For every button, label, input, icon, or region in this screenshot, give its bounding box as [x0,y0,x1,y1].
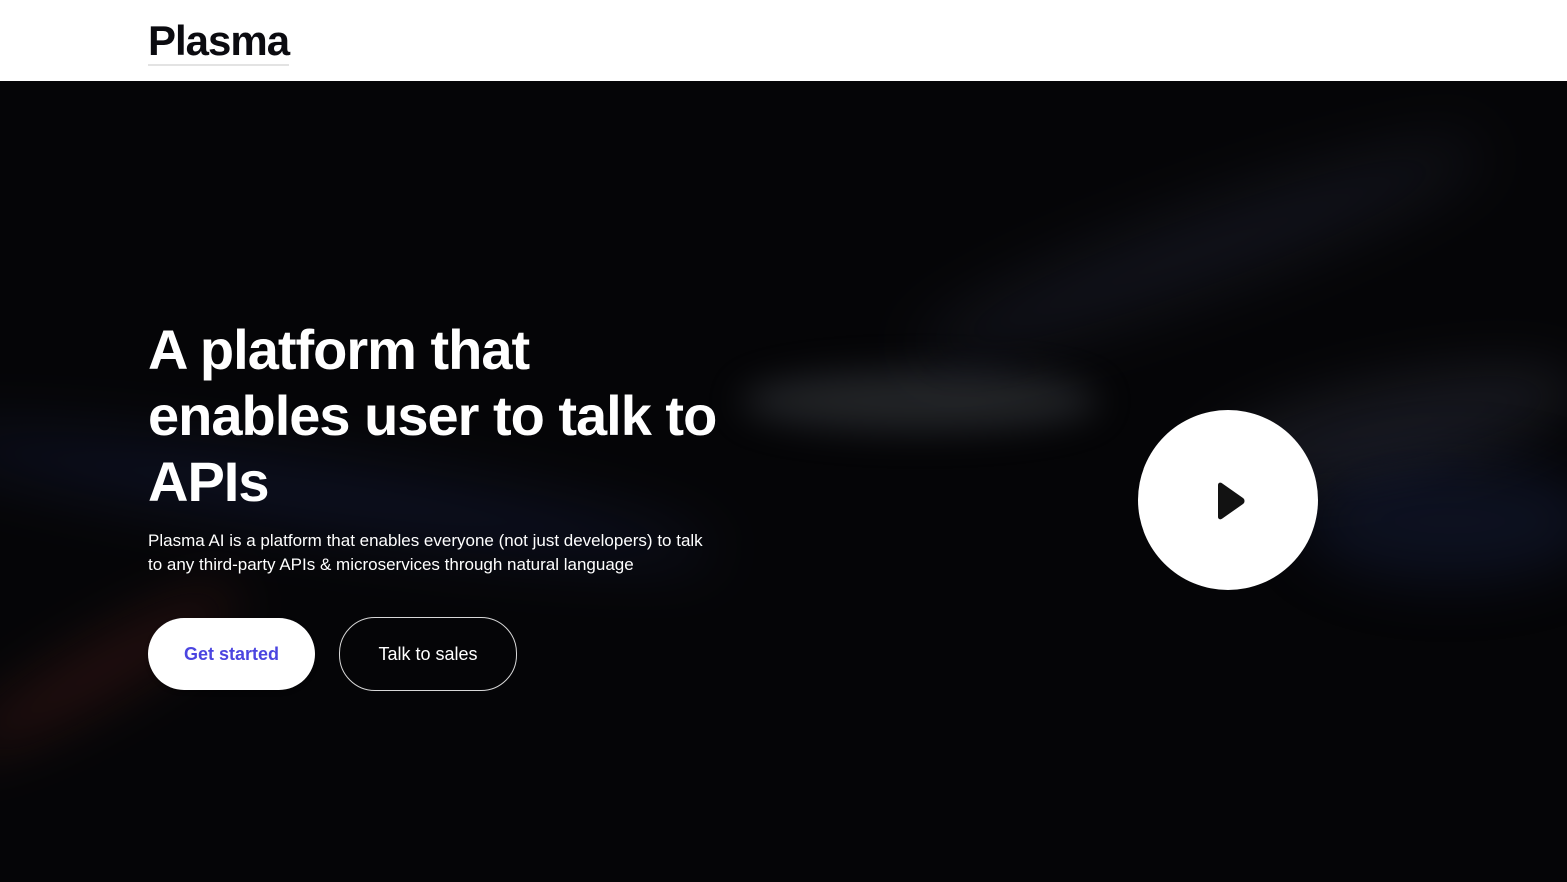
play-icon [1218,482,1245,520]
background-light-streak [904,110,1496,392]
top-navigation-bar: Plasma [0,0,1567,81]
get-started-button[interactable]: Get started [148,618,315,690]
hero-description: Plasma AI is a platform that enables eve… [148,531,703,574]
hero-headline: A platform that enables user to talk to … [148,318,717,513]
background-light-streak [740,371,1100,431]
play-video-button[interactable] [1138,410,1318,590]
hero-section: A platform that enables user to talk to … [0,81,1567,882]
background-light-streak [1300,461,1567,581]
talk-to-sales-button[interactable]: Talk to sales [339,617,517,691]
plasma-logo[interactable]: Plasma [148,18,290,66]
